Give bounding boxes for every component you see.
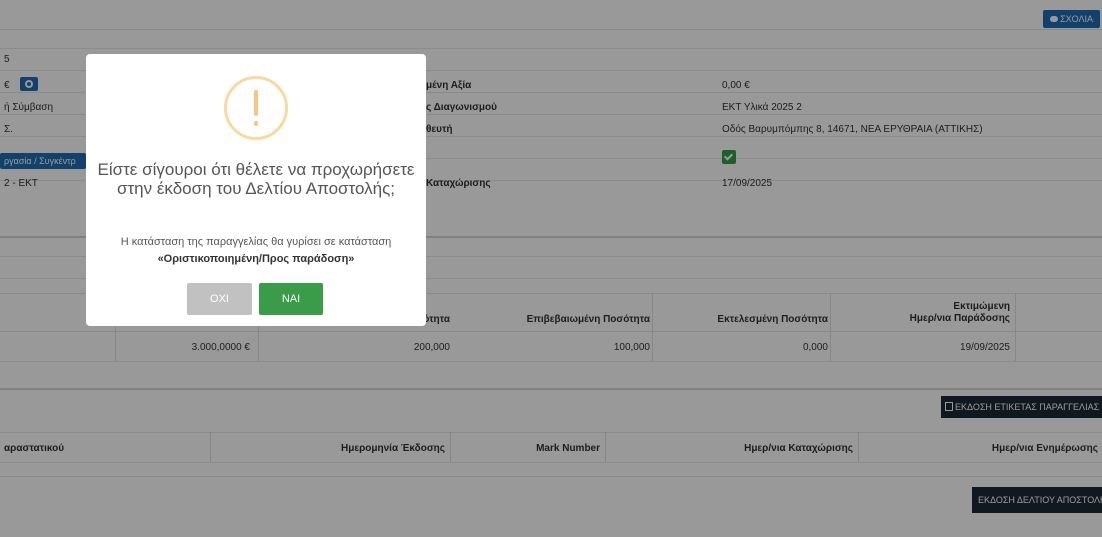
dialog-message-status: «Οριστικοποιημένη/Προς παράδοση» [157,253,355,265]
dialog-message-text: Η κατάσταση της παραγγελίας θα γυρίσει σ… [120,236,392,248]
page: ΣΧΟΛΙΑ 5 € ή Σύμβαση Σ. ργασία / Συγκέντ… [0,0,1102,537]
confirm-dialog: Είστε σίγουροι ότι θέλετε να προχωρήσετε… [86,54,426,326]
no-button[interactable]: ΟΧΙ [187,283,252,315]
dialog-title: Είστε σίγουροι ότι θέλετε να προχωρήσετε… [97,160,415,198]
warning-icon-dot [254,121,258,126]
warning-icon [224,76,288,140]
yes-button[interactable]: ΝΑΙ [259,283,323,315]
warning-icon-bar [254,90,258,116]
dialog-message: Η κατάσταση της παραγγελίας θα γυρίσει σ… [96,234,416,268]
